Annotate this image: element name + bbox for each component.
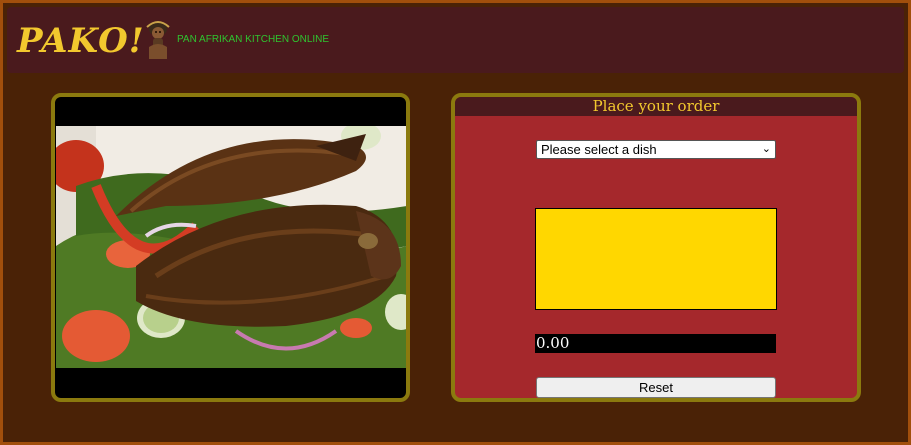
price-display: 0.00: [535, 334, 776, 353]
site-tagline: PAN AFRIKAN KITCHEN ONLINE: [177, 34, 330, 45]
dish-description-box: [535, 208, 777, 310]
reset-button[interactable]: Reset: [536, 377, 776, 398]
fried-fish-photo: [56, 126, 406, 368]
chevron-down-icon: ⌄: [761, 143, 771, 155]
order-panel: Place your order Please select a dish ⌄ …: [451, 93, 861, 402]
pako-mascot-icon: [146, 21, 170, 59]
site-header: PAKO! PAN AFRIKAN KITCHEN ONLINE: [7, 7, 904, 73]
dish-select-value: Please select a dish: [541, 142, 657, 157]
dish-select[interactable]: Please select a dish ⌄: [536, 140, 776, 159]
dish-image-panel: [51, 93, 410, 402]
site-logo[interactable]: PAKO!: [17, 21, 145, 61]
order-panel-title: Place your order: [455, 97, 857, 116]
